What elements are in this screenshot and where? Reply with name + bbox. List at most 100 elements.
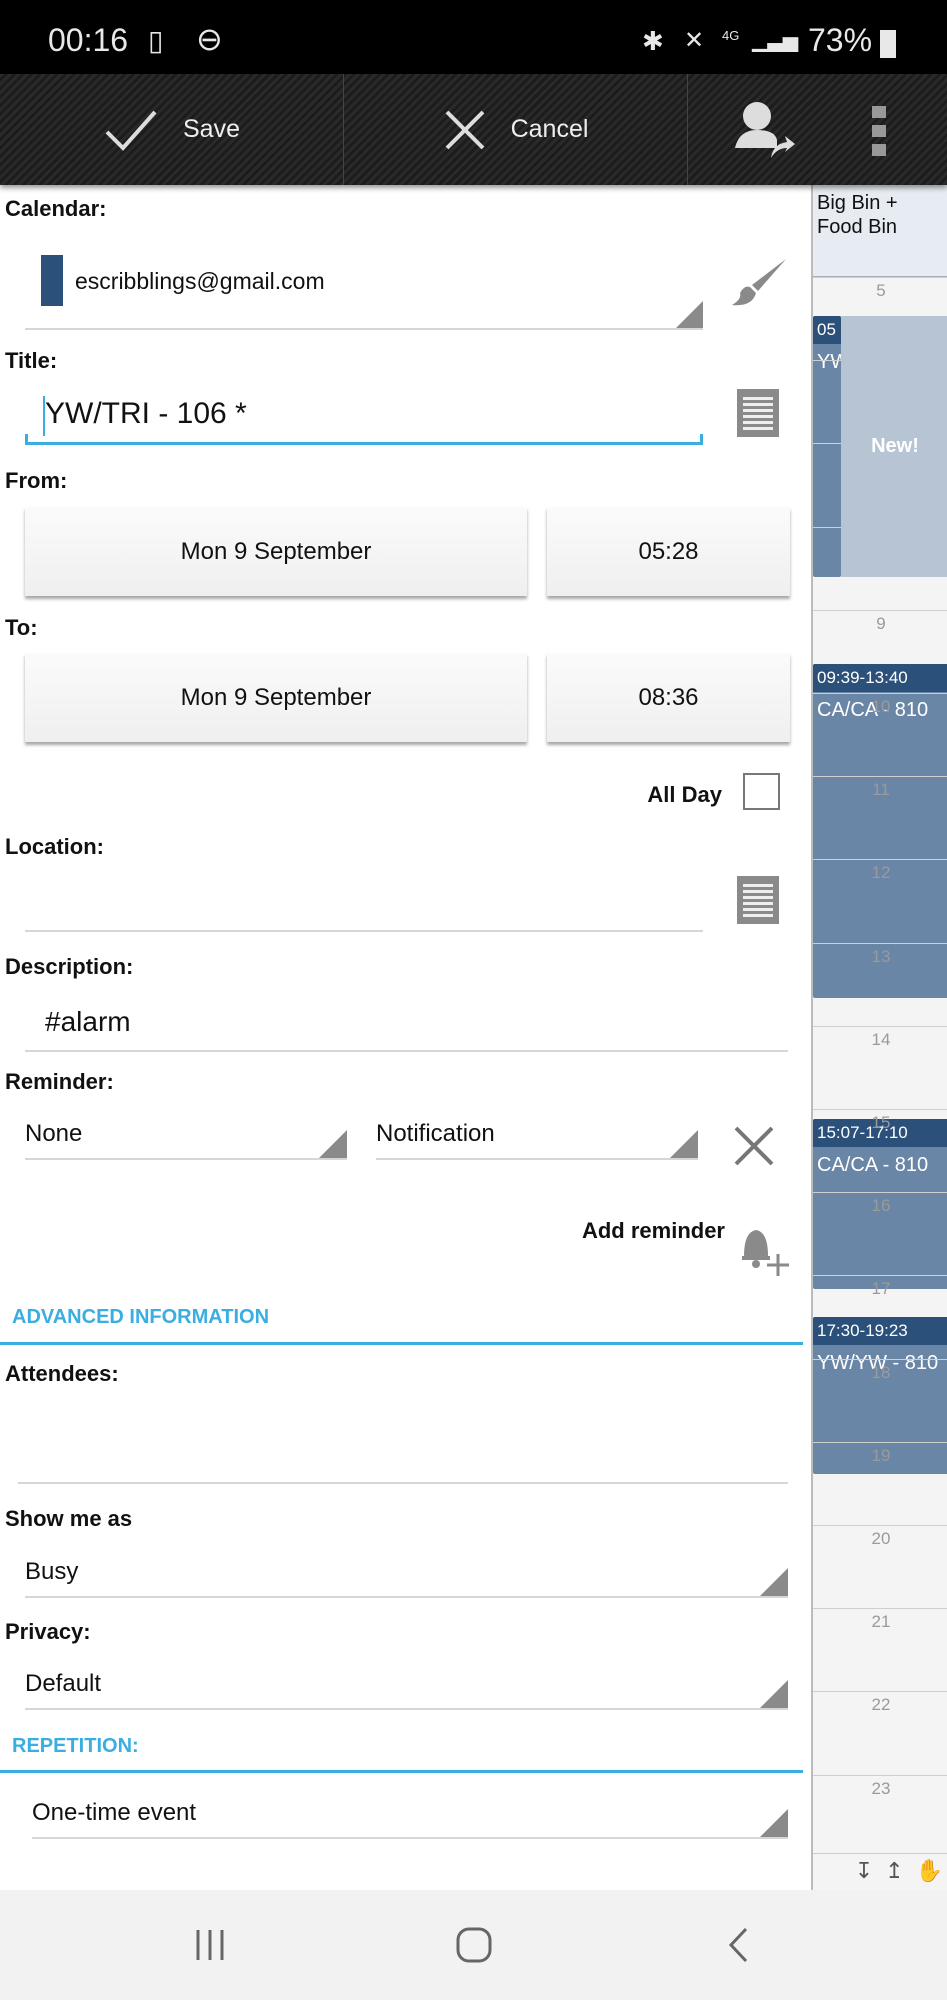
to-label: To:: [5, 615, 38, 640]
add-bell-icon[interactable]: [738, 1224, 792, 1278]
description-value[interactable]: #alarm: [45, 1006, 131, 1038]
more-menu-button[interactable]: [872, 106, 886, 156]
reminder-label: Reminder:: [5, 1069, 114, 1094]
privacy-select[interactable]: Default: [25, 1662, 788, 1710]
from-label: From:: [5, 468, 68, 493]
hour-gridline: [813, 1192, 947, 1194]
day-timeline[interactable]: Big Bin + Food Bin 05YW/TRI - 106New!09:…: [811, 185, 947, 1890]
allday-checkbox[interactable]: [743, 773, 780, 810]
hour-gridline: [813, 1358, 947, 1360]
hour-gridline: [813, 1441, 947, 1443]
add-reminder-label[interactable]: Add reminder: [582, 1218, 725, 1244]
hour-label: 16: [871, 1196, 891, 1216]
hour-label: 17: [871, 1279, 891, 1299]
check-icon: [105, 110, 157, 151]
hour-label: 15: [871, 1113, 891, 1132]
hour-label: 11: [872, 780, 890, 800]
reminder-time-select[interactable]: None: [25, 1112, 347, 1160]
pan-hand-icon[interactable]: ✋: [916, 1858, 943, 1886]
close-icon: [445, 110, 484, 149]
phone-vibrate-icon: ▯: [148, 25, 164, 56]
event-time: 09:39-13:40: [813, 663, 947, 692]
showas-select[interactable]: Busy: [25, 1550, 788, 1598]
repetition-section-header: REPETITION:: [12, 1735, 139, 1757]
hour-gridline: [813, 776, 947, 778]
hour-gridline: [813, 1525, 947, 1526]
expand-down-icon[interactable]: ↧: [855, 1858, 873, 1886]
reminder-type-select[interactable]: Notification: [376, 1112, 698, 1160]
to-time-button[interactable]: 08:36: [547, 653, 790, 742]
new-event-placeholder[interactable]: New!: [841, 315, 947, 577]
dropdown-arrow-icon: [319, 1130, 347, 1158]
recent-apps-icon[interactable]: [192, 1928, 228, 1962]
to-date-button[interactable]: Mon 9 September: [25, 653, 527, 742]
hour-gridline: [813, 1109, 947, 1110]
location-templates-icon[interactable]: [737, 876, 779, 924]
hour-gridline: [813, 859, 947, 861]
paintbrush-icon[interactable]: [728, 255, 790, 311]
cancel-button[interactable]: Cancel: [344, 74, 688, 185]
hour-label: 10: [871, 697, 891, 716]
event-time: 17:30-19:23: [813, 1317, 947, 1345]
attendees-label: Attendees:: [5, 1361, 119, 1386]
share-attendee-button[interactable]: [688, 74, 838, 185]
hour-label: 21: [871, 1612, 891, 1632]
from-time-button[interactable]: 05:28: [547, 507, 790, 596]
calendar-select[interactable]: escribblings@gmail.com: [25, 254, 703, 332]
hour-label: 9: [876, 613, 886, 633]
system-nav-bar: [0, 1890, 947, 2000]
expand-up-icon[interactable]: ↥: [885, 1858, 903, 1886]
hour-gridline: [813, 693, 947, 694]
back-icon[interactable]: [726, 1926, 750, 1964]
hour-label: 14: [871, 1029, 891, 1049]
clock: 00:16: [48, 22, 129, 58]
title-label: Title:: [5, 348, 58, 373]
hour-label: 22: [871, 1695, 891, 1715]
reminder-type-value: Notification: [376, 1120, 495, 1147]
hour-gridline: [813, 942, 947, 944]
showas-value: Busy: [25, 1558, 79, 1585]
description-input[interactable]: [25, 1050, 788, 1052]
battery-level: 73%: [808, 22, 873, 58]
bluetooth-icon: ✱: [642, 26, 664, 56]
hour-label: 5: [876, 281, 886, 300]
save-button[interactable]: Save: [0, 74, 344, 185]
dropdown-arrow-icon: [670, 1130, 698, 1158]
hour-gridline: [813, 1774, 947, 1776]
dropdown-arrow-icon: [760, 1809, 788, 1837]
title-templates-icon[interactable]: [737, 389, 779, 437]
hour-gridline: [813, 1691, 947, 1693]
cancel-label: Cancel: [510, 115, 589, 143]
calendar-value: escribblings@gmail.com: [75, 268, 325, 294]
dropdown-arrow-icon: [760, 1680, 788, 1708]
remove-reminder-icon[interactable]: [732, 1124, 776, 1168]
showas-label: Show me as: [5, 1506, 133, 1531]
hour-label: 18: [871, 1362, 891, 1382]
hour-gridline: [813, 1025, 947, 1027]
repetition-value: One-time event: [32, 1799, 197, 1826]
event-title: CA/CA - 810: [817, 1153, 929, 1176]
home-icon[interactable]: [455, 1926, 493, 1964]
allday-label: All Day: [647, 782, 722, 807]
location-label: Location:: [5, 834, 104, 859]
title-input[interactable]: YW/TRI - 106 *: [25, 390, 703, 446]
description-label: Description:: [5, 954, 134, 979]
4g-wifi-icon: 4G: [722, 28, 740, 43]
advanced-section-header: ADVANCED INFORMATION: [12, 1306, 270, 1328]
hour-gridline: [813, 609, 947, 611]
dropdown-arrow-icon: [675, 301, 703, 329]
hour-gridline: [813, 1275, 947, 1277]
location-input[interactable]: [25, 930, 703, 932]
attendees-input[interactable]: [18, 1482, 788, 1484]
hour-label: 13: [871, 946, 891, 966]
hour-gridline: [813, 277, 947, 278]
repetition-select[interactable]: One-time event: [32, 1791, 788, 1839]
calendar-color-swatch: [41, 255, 63, 306]
hour-label: 19: [871, 1445, 891, 1465]
status-bar: 00:16 ▯ ⊖ ✱ ✕ 4G ▁▃▅ 73%: [0, 0, 947, 74]
from-date-button[interactable]: Mon 9 September: [25, 507, 527, 596]
privacy-value: Default: [25, 1670, 102, 1697]
hour-gridline: [813, 1608, 947, 1610]
reminder-time-value: None: [25, 1120, 83, 1147]
mute-icon: ✕: [684, 27, 705, 54]
